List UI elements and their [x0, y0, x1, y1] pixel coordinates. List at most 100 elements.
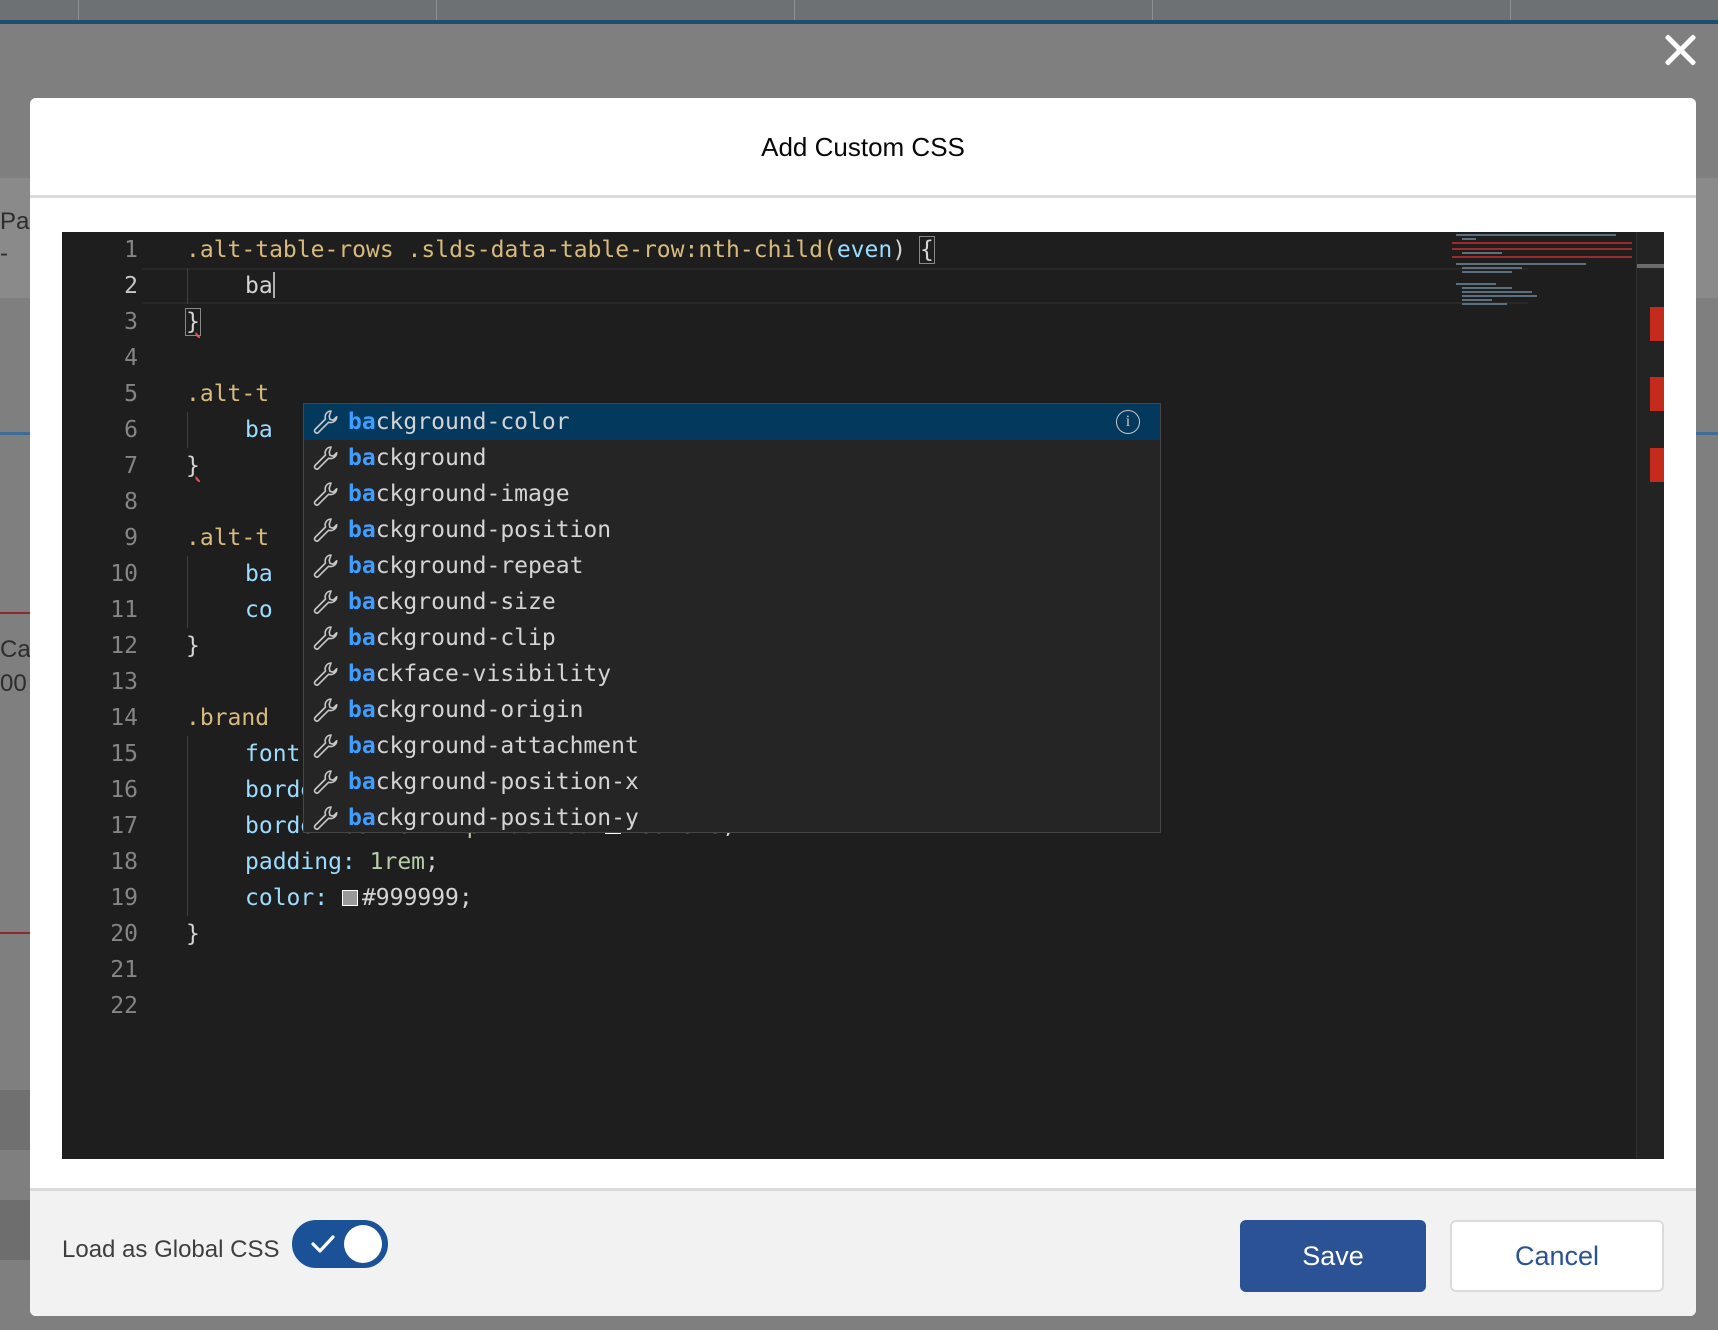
wrench-icon [313, 662, 338, 686]
css-selector: .brand [186, 705, 270, 731]
text-cursor [272, 272, 275, 298]
autocomplete-item[interactable]: background-clip [304, 620, 1160, 656]
autocomplete-item-text: background-clip [348, 620, 556, 656]
autocomplete-item-text: backface-visibility [348, 656, 611, 692]
background-tab-divider [436, 0, 437, 20]
autocomplete-item[interactable]: background-attachment [304, 728, 1160, 764]
global-css-toggle[interactable] [292, 1220, 388, 1268]
autocomplete-item[interactable]: background-size [304, 584, 1160, 620]
minimap-line [1462, 252, 1502, 254]
matched-brace: } [185, 308, 201, 336]
suggestion-label: ckface-visibility [375, 661, 612, 687]
minimap-line [1462, 238, 1476, 240]
autocomplete-item[interactable]: background-position-y [304, 800, 1160, 836]
background-band [0, 1200, 30, 1260]
error-marker[interactable] [1650, 377, 1664, 411]
autocomplete-item[interactable]: background-color i [304, 404, 1160, 440]
modal-title: Add Custom CSS [761, 132, 965, 162]
minimap-line [1462, 295, 1537, 297]
wrench-icon [313, 806, 338, 830]
css-selector: .alt-t [186, 381, 270, 407]
error-marker[interactable] [1650, 307, 1664, 341]
match-highlight: ba [348, 733, 376, 759]
css-selector: .alt-t [186, 525, 270, 551]
suggestion-label: ckground-position-x [375, 769, 639, 795]
brace: } [186, 921, 200, 947]
match-highlight: ba [348, 805, 376, 831]
wrench-icon [313, 590, 338, 614]
close-icon[interactable] [1660, 30, 1700, 70]
editor-scrollbar[interactable] [1636, 232, 1664, 1159]
minimap[interactable] [1452, 232, 1632, 322]
save-button[interactable]: Save [1240, 1220, 1426, 1292]
background-tab-divider [78, 0, 79, 20]
css-property: ba [245, 417, 273, 443]
match-highlight: ba [348, 445, 376, 471]
suggestion-label: ckground-clip [375, 625, 556, 651]
autocomplete-item-text: background-attachment [348, 728, 639, 764]
autocomplete-item[interactable]: background-position-x [304, 764, 1160, 800]
autocomplete-item-text: background-position [348, 512, 611, 548]
suggestion-label: ckground-position-y [375, 805, 639, 831]
suggestion-label: ckground-attachment [375, 733, 639, 759]
minimap-line [1456, 234, 1616, 236]
autocomplete-item-text: background-position-x [348, 764, 639, 800]
code-line: } [185, 304, 201, 340]
background-band [0, 1090, 30, 1150]
wrench-icon [313, 626, 338, 650]
autocomplete-item-text: background-position-y [348, 800, 639, 836]
autocomplete-item[interactable]: background-origin [304, 692, 1160, 728]
brace: } [186, 633, 200, 659]
autocomplete-item[interactable]: backface-visibility [304, 656, 1160, 692]
autocomplete-item[interactable]: background-image [304, 476, 1160, 512]
minimap-line [1462, 299, 1492, 301]
wrench-icon [313, 698, 338, 722]
minimap-line [1456, 263, 1586, 265]
toggle-knob [344, 1225, 382, 1263]
code-line: .alt-table-rows .slds-data-table-row:nth… [186, 232, 935, 268]
autocomplete-item[interactable]: background-position [304, 512, 1160, 548]
autocomplete-item-text: background-image [348, 476, 570, 512]
background-tab-bar [0, 0, 1718, 22]
wrench-icon [313, 770, 338, 794]
background-red-line [0, 612, 30, 614]
background-tab-divider [1510, 0, 1511, 20]
autocomplete-item[interactable]: background [304, 440, 1160, 476]
suggestion-label: ckground-color [375, 409, 570, 435]
match-highlight: ba [348, 481, 376, 507]
css-selector: ) [892, 237, 907, 263]
css-selector: .alt-table-rows .slds-data-table-row:nth… [186, 237, 837, 263]
wrench-icon [313, 482, 338, 506]
scrollbar-thumb[interactable] [1637, 264, 1664, 268]
code-line: ba [245, 268, 275, 304]
cancel-button[interactable]: Cancel [1450, 1220, 1664, 1292]
match-highlight: ba [348, 769, 376, 795]
code-line: } [186, 628, 200, 664]
autocomplete-item-text: background-origin [348, 692, 583, 728]
background-tab-divider [1152, 0, 1153, 20]
background-text: 00 [0, 670, 27, 697]
error-marker[interactable] [1650, 448, 1664, 482]
match-highlight: ba [348, 553, 376, 579]
minimap-error-line [1452, 256, 1632, 258]
matched-brace: { [918, 236, 935, 264]
typed-text: ba [245, 273, 273, 299]
minimap-line [1462, 291, 1532, 293]
suggestion-label: ckground-size [375, 589, 556, 615]
suggestion-label: ckground-position [375, 517, 612, 543]
autocomplete-item[interactable]: background-repeat [304, 548, 1160, 584]
suggestion-label: ckground-origin [375, 697, 584, 723]
match-highlight: ba [348, 625, 376, 651]
minimap-line [1462, 287, 1512, 289]
code-line: co [245, 592, 273, 628]
modal-header: Add Custom CSS [30, 98, 1696, 198]
info-icon[interactable]: i [1116, 410, 1140, 434]
code-line: } [186, 916, 200, 952]
minimap-error-line [1452, 248, 1632, 250]
minimap-line [1462, 271, 1512, 273]
code-line: } [186, 448, 200, 484]
autocomplete-list[interactable]: background-color i background background… [303, 403, 1161, 833]
wrench-icon [313, 446, 338, 470]
match-highlight: ba [348, 661, 376, 687]
code-line: ba [245, 412, 273, 448]
